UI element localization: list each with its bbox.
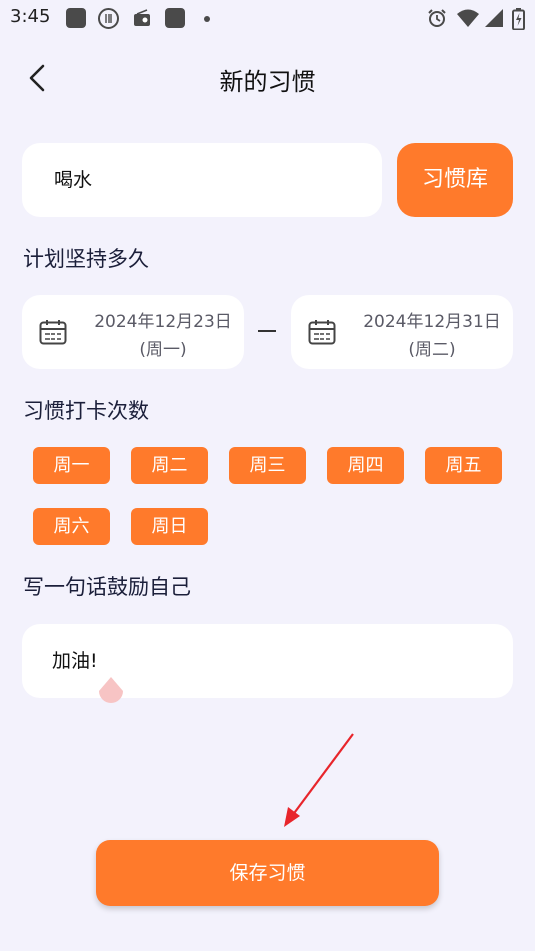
end-weekday-text: (周二) [408,340,456,360]
restaurant-icon [98,8,119,29]
day-chip-thu[interactable]: 周四 [327,447,404,484]
day-chip-fri[interactable]: 周五 [425,447,502,484]
day-chip-sun[interactable]: 周日 [131,508,208,545]
habit-library-button[interactable]: 习惯库 [397,143,513,217]
habit-name-input[interactable]: 喝水 [22,143,382,217]
wifi-icon [457,9,479,27]
alarm-icon [428,9,446,27]
day-chip-wed[interactable]: 周三 [229,447,306,484]
calendar-icon [39,320,67,345]
page-title: 新的习惯 [219,68,316,96]
motto-label: 写一句话鼓励自己 [23,575,191,599]
end-date-text: 2024年12月31日 [363,312,501,332]
start-date-text: 2024年12月23日 [94,312,232,332]
save-habit-button[interactable]: 保存习惯 [96,840,439,906]
duration-label: 计划坚持多久 [23,247,149,271]
app-icon [165,8,185,28]
battery-icon [512,8,525,30]
end-date-picker[interactable]: 2024年12月31日 (周二) [291,295,513,369]
annotation-arrow-icon [284,733,354,827]
status-time: 3:45 [10,6,51,27]
start-weekday-text: (周一) [139,340,187,360]
day-chip-tue[interactable]: 周二 [131,447,208,484]
bottom-bar [0,944,535,951]
day-chip-mon[interactable]: 周一 [33,447,110,484]
frequency-label: 习惯打卡次数 [23,399,149,423]
app-icon [66,8,86,28]
radio-icon [132,8,152,28]
day-chip-sat[interactable]: 周六 [33,508,110,545]
notification-dot-icon [204,16,210,22]
start-date-picker[interactable]: 2024年12月23日 (周一) [22,295,244,369]
date-range-separator [258,330,276,332]
text-cursor-handle-icon[interactable] [96,675,126,711]
signal-icon [485,9,503,27]
calendar-icon [308,320,336,345]
